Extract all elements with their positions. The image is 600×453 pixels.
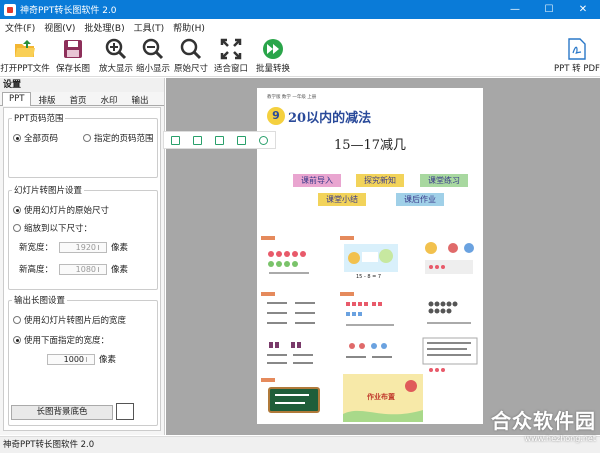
section-button: 课堂练习 [420,174,468,187]
folder-open-icon [14,38,36,60]
slide-image-group: 幻灯片转图片设置 使用幻灯片的原始尺寸 缩放到以下尺寸： 新宽度： 1920 像… [8,184,158,290]
image-action-bar [163,131,276,149]
settings-panel: 设置 PPT 排版 首页 水印 输出 PPT页码范围 全部页码 指定的页码范围 … [0,78,165,435]
section-button: 课前导入 [293,174,341,187]
tab-layout[interactable]: 排版 [31,92,62,106]
height-stepper[interactable]: 1080 [59,263,108,275]
height-row: 新高度： 1080 像素 [19,263,128,275]
watermark-url: www.hezhong.net [524,434,596,443]
output-image-title: 输出长图设置 [12,294,68,306]
watermark-name: 合众软件园 [491,409,596,433]
all-pages-radio[interactable]: 全部页码 [13,132,58,144]
doc-header: 教学版 数学 一年级 上册 [267,95,317,100]
menu-file[interactable]: 文件(F) [5,21,35,34]
scale-to-radio[interactable]: 缩放到以下尺寸： [13,222,92,234]
menu-tools[interactable]: 工具(T) [134,21,165,34]
slide-image-title: 幻灯片转图片设置 [12,184,85,196]
homework-title: 作业布置 [367,393,395,401]
share-icon[interactable] [237,135,247,145]
tab-cover[interactable]: 首页 [62,92,93,106]
copy-icon[interactable] [170,135,180,145]
page-range-radio[interactable]: 指定的页码范围 [83,132,154,144]
slide-thumbnail [340,332,402,380]
original-size-radio[interactable]: 使用幻灯片的原始尺寸 [13,204,109,216]
slide-thumbnail [419,332,481,380]
slide-thumbnail [261,378,323,422]
width-unit: 像素 [111,243,129,253]
radio-indicator [13,316,21,324]
menu-help[interactable]: 帮助(H) [173,21,205,34]
tab-output[interactable]: 输出 [125,92,156,106]
slide-thumbnail [261,236,323,284]
batch-convert-button[interactable]: 批量转换 [248,38,298,74]
use-slide-width-radio[interactable]: 使用幻灯片转图片后的宽度 [13,314,126,326]
radio-indicator [13,206,21,214]
background-color-swatch[interactable] [116,403,134,420]
height-unit: 像素 [111,265,129,275]
page-range-title: PPT页码范围 [12,112,66,124]
slide-thumbnail: 15 - 8 = 7 [340,236,402,284]
zoom-in-icon [105,38,127,60]
width-stepper[interactable]: 1920 [59,241,108,253]
app-icon [4,3,16,16]
expand-icon[interactable] [192,135,202,145]
output-width-row: 1000 像素 [47,353,116,365]
pdf-icon [566,38,588,60]
fit-window-icon [220,38,242,60]
lesson-subtitle: 15—17减几 [333,138,407,153]
radio-indicator [13,134,21,142]
width-label: 新宽度： [19,243,54,253]
settings-header: 设置 [0,78,164,92]
height-label: 新高度： [19,265,54,275]
section-button: 探究新知 [356,174,404,187]
window-title: 神奇PPT转长图软件 2.0 [20,6,117,16]
menu-bar: 文件(F) 视图(V) 批处理(B) 工具(T) 帮助(H) [0,19,600,36]
radio-indicator [83,134,91,142]
homework-thumbnail: 作业布置 [343,374,423,422]
chapter-number: 9 [267,107,285,125]
slide-thumbnail [261,332,323,380]
zoom-out-icon [142,38,164,60]
custom-width-radio[interactable]: 使用下面指定的宽度： [13,334,109,346]
background-color-button[interactable]: 长图背景底色 [11,405,113,420]
tab-watermark[interactable]: 水印 [93,92,124,106]
tab-ppt[interactable]: PPT [2,92,32,106]
open-ppt-button[interactable]: 打开PPT文件 [0,38,50,74]
long-image-preview[interactable]: 教学版 数学 一年级 上册 9 20以内的减法 15—17减几 课前导入 探究新… [257,88,483,424]
settings-tabs: PPT 排版 首页 水印 输出 [0,92,164,106]
section-button: 课堂小结 [318,193,366,206]
radio-indicator [13,336,21,344]
ppt-settings-panel: PPT页码范围 全部页码 指定的页码范围 幻灯片转图片设置 使用幻灯片的原始尺寸… [3,107,161,431]
radio-indicator [13,224,21,232]
title-bar: 神奇PPT转长图软件 2.0 — ☐ ✕ [0,0,600,19]
save-icon[interactable] [214,135,224,145]
save-icon [62,38,84,60]
fast-forward-icon [262,38,284,60]
minimize-button[interactable]: — [498,0,532,19]
settings-icon[interactable] [259,135,269,145]
slide-thumbnail [419,236,481,284]
menu-view[interactable]: 视图(V) [44,21,75,34]
output-width-unit: 像素 [99,355,117,365]
magnifier-icon [180,38,202,60]
width-row: 新宽度： 1920 像素 [19,241,128,253]
toolbar: 打开PPT文件 保存长图 放大显示 缩小显示 原始尺寸 适合窗口 批量转换 PP… [0,36,600,77]
page-range-group: PPT页码范围 全部页码 指定的页码范围 [8,112,158,178]
menu-batch[interactable]: 批处理(B) [84,21,124,34]
ppt-to-pdf-button[interactable]: PPT 转 PDF [552,38,600,74]
close-button[interactable]: ✕ [566,0,600,19]
output-width-stepper[interactable]: 1000 [47,353,95,365]
formula-text: 15 - 8 = 7 [356,274,382,280]
chapter-title: 20以内的减法 [288,111,372,126]
maximize-button[interactable]: ☐ [532,0,566,19]
watermark: 合众软件园 www.hezhong.net [491,405,596,443]
section-button: 课后作业 [396,193,444,206]
